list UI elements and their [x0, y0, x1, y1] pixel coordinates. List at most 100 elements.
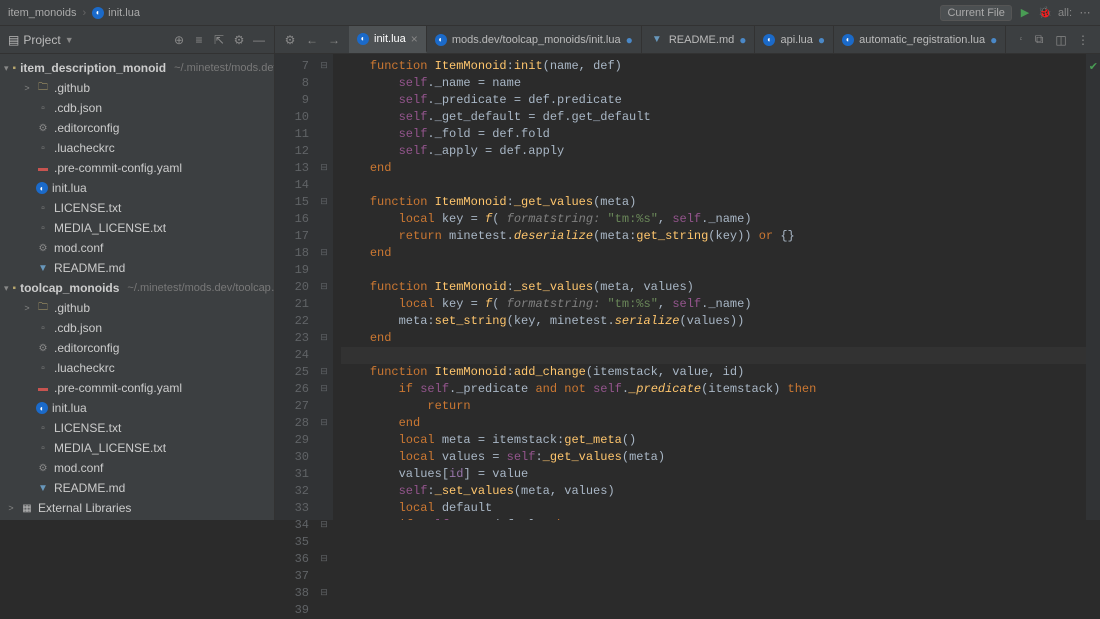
tree-item[interactable]: >🗀.github [0, 298, 274, 318]
line-number[interactable]: 7 [275, 58, 309, 75]
tree-item[interactable]: ⚙.editorconfig [0, 118, 274, 138]
fold-marker[interactable]: ⊟ [315, 585, 333, 602]
editor-tab[interactable]: ◐automatic_registration.lua● [834, 26, 1006, 53]
code-line[interactable]: self._get_default = def.get_default [341, 109, 1086, 126]
fold-marker[interactable] [315, 92, 333, 109]
code-line[interactable] [341, 262, 1086, 279]
editor-tab[interactable]: ▫home/…/mod.conf× [1006, 26, 1022, 53]
chevron-down-icon[interactable]: ▾ [4, 283, 9, 294]
tree-item[interactable]: ▫.cdb.json [0, 318, 274, 338]
debug-icon[interactable]: 🐞 [1038, 6, 1052, 20]
line-number[interactable]: 15 [275, 194, 309, 211]
gear-icon[interactable]: ⚙ [283, 33, 297, 47]
line-number[interactable]: 29 [275, 432, 309, 449]
code-line[interactable]: local key = f( formatstring: "tm:%s", se… [341, 211, 1086, 228]
collapse-icon[interactable]: ⇱ [212, 33, 226, 47]
code-line[interactable]: return [341, 398, 1086, 415]
tab-next-icon[interactable]: → [327, 33, 341, 47]
close-icon[interactable]: ● [626, 33, 633, 47]
line-number[interactable]: 25 [275, 364, 309, 381]
tree-item[interactable]: ▼README.md [0, 478, 274, 498]
hide-icon[interactable]: — [252, 33, 266, 47]
tree-item[interactable]: ▫.cdb.json [0, 98, 274, 118]
code-line[interactable]: local key = f( formatstring: "tm:%s", se… [341, 296, 1086, 313]
code-line[interactable]: end [341, 415, 1086, 432]
line-gutter[interactable]: 7891011121314151617181920212223242526272… [275, 54, 315, 520]
tree-item[interactable]: ⚙.editorconfig [0, 338, 274, 358]
code-line[interactable]: end [341, 160, 1086, 177]
fold-marker[interactable] [315, 432, 333, 449]
code-line[interactable]: if self._predicate and not self._predica… [341, 381, 1086, 398]
tree-item[interactable]: ▫.luacheckrc [0, 358, 274, 378]
fold-marker[interactable] [315, 75, 333, 92]
code-line[interactable]: meta:set_string(key, minetest.serialize(… [341, 313, 1086, 330]
split-icon[interactable]: ◫ [1054, 33, 1068, 47]
fold-marker[interactable] [315, 228, 333, 245]
code-line[interactable]: local default [341, 500, 1086, 517]
project-tree[interactable]: ▾▪item_description_monoid~/.minetest/mod… [0, 54, 274, 520]
tab-prev-icon[interactable]: ← [305, 33, 319, 47]
fold-marker[interactable] [315, 262, 333, 279]
fold-marker[interactable] [315, 568, 333, 585]
fold-marker[interactable] [315, 211, 333, 228]
close-icon[interactable]: ● [990, 33, 997, 47]
line-number[interactable]: 28 [275, 415, 309, 432]
line-number[interactable]: 33 [275, 500, 309, 517]
tree-item[interactable]: >🗀.github [0, 78, 274, 98]
code-line[interactable]: self:_set_values(meta, values) [341, 483, 1086, 500]
line-number[interactable]: 16 [275, 211, 309, 228]
fold-marker[interactable]: ⊟ [315, 415, 333, 432]
line-number[interactable]: 23 [275, 330, 309, 347]
breadcrumb-file[interactable]: ◐init.lua [92, 7, 140, 19]
fold-marker[interactable]: ⊟ [315, 245, 333, 262]
line-number[interactable]: 9 [275, 92, 309, 109]
line-number[interactable]: 10 [275, 109, 309, 126]
copy-icon[interactable]: ⧉ [1032, 33, 1046, 47]
tree-item[interactable]: ◐init.lua [0, 398, 274, 418]
more-icon[interactable]: ⋯ [1078, 6, 1092, 20]
tree-item[interactable]: ▼README.md [0, 258, 274, 278]
fold-marker[interactable]: ⊟ [315, 160, 333, 177]
run-icon[interactable]: ▶ [1018, 6, 1032, 20]
line-number[interactable]: 18 [275, 245, 309, 262]
editor-tab[interactable]: ◐init.lua× [349, 26, 427, 53]
tree-item[interactable]: ◐init.lua [0, 178, 274, 198]
code-line[interactable] [341, 177, 1086, 194]
line-number[interactable]: 31 [275, 466, 309, 483]
fold-marker[interactable] [315, 398, 333, 415]
code-line[interactable]: self._apply = def.apply [341, 143, 1086, 160]
fold-marker[interactable]: ⊟ [315, 279, 333, 296]
expand-icon[interactable]: ≡ [192, 33, 206, 47]
chevron-icon[interactable]: > [6, 503, 16, 513]
fold-marker[interactable]: ⊟ [315, 551, 333, 568]
code-editor[interactable]: 7891011121314151617181920212223242526272… [275, 54, 1100, 520]
kebab-icon[interactable]: ⋮ [1076, 33, 1090, 47]
code-line[interactable]: local values = self:_get_values(meta) [341, 449, 1086, 466]
code-line[interactable] [341, 347, 1086, 364]
line-number[interactable]: 21 [275, 296, 309, 313]
code-line[interactable]: function ItemMonoid:_set_values(meta, va… [341, 279, 1086, 296]
fold-marker[interactable] [315, 466, 333, 483]
line-number[interactable]: 36 [275, 551, 309, 568]
code-line[interactable]: function ItemMonoid:init(name, def) [341, 58, 1086, 75]
tree-item[interactable]: ▫.luacheckrc [0, 138, 274, 158]
tree-item[interactable]: ▬.pre-commit-config.yaml [0, 378, 274, 398]
code-line[interactable]: self._name = name [341, 75, 1086, 92]
line-number[interactable]: 20 [275, 279, 309, 296]
line-number[interactable]: 37 [275, 568, 309, 585]
line-number[interactable]: 24 [275, 347, 309, 364]
code-line[interactable]: end [341, 245, 1086, 262]
fold-marker[interactable] [315, 296, 333, 313]
editor-tab[interactable]: ◐api.lua● [755, 26, 834, 53]
line-number[interactable]: 32 [275, 483, 309, 500]
code-line[interactable]: return minetest.deserialize(meta:get_str… [341, 228, 1086, 245]
editor-tab[interactable]: ◐mods.dev/toolcap_monoids/init.lua● [427, 26, 642, 53]
code-area[interactable]: function ItemMonoid:init(name, def) self… [333, 54, 1086, 520]
line-number[interactable]: 26 [275, 381, 309, 398]
fold-marker[interactable]: ⊟ [315, 381, 333, 398]
fold-marker[interactable]: ⊟ [315, 364, 333, 381]
code-line[interactable]: function ItemMonoid:add_change(itemstack… [341, 364, 1086, 381]
tree-item[interactable]: ▫LICENSE.txt [0, 418, 274, 438]
code-line[interactable]: function ItemMonoid:_get_values(meta) [341, 194, 1086, 211]
line-number[interactable]: 14 [275, 177, 309, 194]
